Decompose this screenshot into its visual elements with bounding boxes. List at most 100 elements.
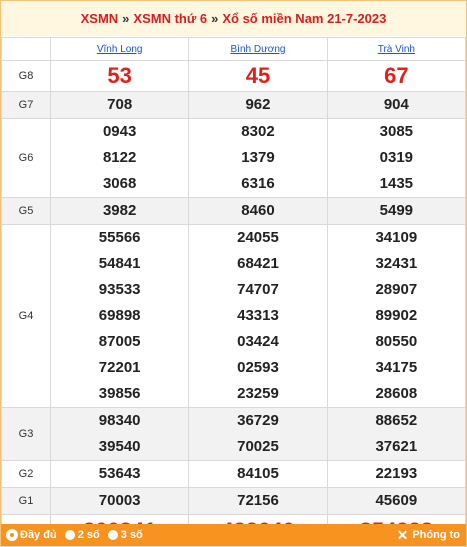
expand-icon: ✕ (396, 526, 409, 543)
prize-label: G1 (1, 487, 51, 515)
prize-number: 93533 (98, 281, 141, 298)
prize-number: 70025 (237, 438, 279, 455)
prize-cell: 70003 (49, 487, 190, 515)
prize-number: 39540 (98, 438, 141, 455)
prize-cell: 708 (49, 91, 190, 119)
prize-row: G2 53643 84105 22193 (1, 460, 467, 488)
prize-number: 8122 (102, 149, 137, 166)
prize-number: 80550 (375, 333, 418, 350)
prize-number: 28907 (375, 281, 418, 298)
results-table: Vĩnh Long Bình Dương Trà Vinh G8 53 45 67 G7… (1, 37, 467, 547)
prize-cell: 88652 37621 (326, 407, 467, 461)
prize-number: 962 (245, 96, 271, 113)
prize-label: G2 (1, 460, 51, 488)
breadcrumb-current-link[interactable]: Xổ số miền Nam 21-7-2023 (222, 11, 386, 26)
prize-number: 23259 (237, 385, 279, 402)
prize-number: 6316 (241, 175, 275, 192)
display-options-bar: Đầy đủ 2 số 3 số ✕ Phóng to (1, 524, 466, 546)
prize-cell: 67 (326, 60, 467, 92)
prize-cell: 3982 (49, 197, 190, 225)
prize-cell: 45609 (326, 487, 467, 515)
prize-number: 22193 (375, 465, 418, 482)
prize-label: G5 (1, 197, 51, 225)
zoom-label: Phóng to (412, 529, 460, 541)
prize-number: 0319 (379, 149, 414, 166)
prize-cell: 55566 54841 93533 69898 87005 72201 39856 (49, 224, 190, 408)
prize-cell: 45 (188, 60, 328, 92)
prize-row: G8 53 45 67 (1, 60, 467, 92)
prize-number: 98340 (98, 412, 141, 429)
prize-number: 34109 (375, 229, 418, 246)
prize-number: 28608 (375, 385, 418, 402)
prize-number: 3068 (102, 175, 137, 192)
breadcrumb-separator: » (122, 11, 130, 26)
prize-cell: 53643 (49, 460, 190, 488)
prize-number: 37621 (375, 438, 418, 455)
prize-number: 708 (107, 96, 133, 113)
prize-cell: 0943 8122 3068 (49, 118, 190, 198)
prize-number: 72156 (237, 492, 279, 509)
prize-number: 1379 (241, 149, 275, 166)
prize-number: 55566 (98, 229, 141, 246)
province-header: Bình Dương (188, 37, 328, 61)
radio-icon (107, 530, 118, 540)
prize-number: 0943 (102, 123, 137, 140)
prize-number: 39856 (98, 385, 141, 402)
prize-number: 68421 (237, 255, 279, 272)
prize-row: G6 0943 8122 3068 8302 1379 6316 3085 0319 1435 (1, 118, 467, 198)
prize-number: 84105 (237, 465, 279, 482)
option-full[interactable]: Đầy đủ (7, 529, 57, 541)
prize-number: 87005 (98, 333, 141, 350)
prize-table-body: G8 53 45 67 G7 708 962 904 G6 0943 8122 3068 8302 137… (1, 60, 467, 547)
prize-number: 1435 (379, 175, 414, 192)
prize-row: G7 708 962 904 (1, 91, 467, 119)
province-link-tra-vinh[interactable]: Trà Vinh (378, 44, 415, 55)
province-link-vinh-long[interactable]: Vĩnh Long (97, 44, 143, 55)
prize-number: 8460 (241, 202, 275, 219)
prize-number: 904 (383, 96, 409, 113)
prize-number: 88652 (375, 412, 418, 429)
prize-number: 43313 (237, 307, 279, 324)
province-header-row: Vĩnh Long Bình Dương Trà Vinh (1, 37, 467, 61)
option-two-digits[interactable]: 2 số (64, 529, 100, 541)
prize-cell: 962 (188, 91, 328, 119)
prize-cell: 8460 (188, 197, 328, 225)
breadcrumb-xsmn-link[interactable]: XSMN (81, 11, 119, 26)
prize-label: G8 (1, 60, 51, 92)
prize-number: 3085 (379, 123, 414, 140)
prize-cell: 24055 68421 74707 43313 03424 02593 23259 (188, 224, 328, 408)
header-blank (1, 37, 51, 61)
prize-row: G3 98340 39540 36729 70025 88652 37621 (1, 407, 467, 461)
prize-label: G3 (1, 407, 51, 461)
prize-number: 74707 (237, 281, 279, 298)
prize-number: 8302 (241, 123, 275, 140)
prize-number: 02593 (237, 359, 279, 376)
prize-number: 45 (245, 63, 271, 88)
province-link-binh-duong[interactable]: Bình Dương (231, 44, 286, 55)
prize-number: 53643 (98, 465, 141, 482)
option-three-digits[interactable]: 3 số (107, 529, 143, 541)
prize-number: 36729 (237, 412, 279, 429)
results-panel: XSMN » XSMN thứ 6 » Xổ số miền Nam 21-7-… (0, 0, 467, 547)
prize-number: 69898 (98, 307, 141, 324)
prize-cell: 5499 (326, 197, 467, 225)
option-full-label: Đầy đủ (20, 529, 57, 541)
breadcrumb-day-link[interactable]: XSMN thứ 6 (133, 11, 207, 26)
prize-number: 3982 (102, 202, 137, 219)
prize-cell: 22193 (326, 460, 467, 488)
prize-number: 32431 (375, 255, 418, 272)
prize-row: G1 70003 72156 45609 (1, 487, 467, 515)
prize-cell: 3085 0319 1435 (326, 118, 467, 198)
prize-cell: 34109 32431 28907 89902 80550 34175 28608 (326, 224, 467, 408)
prize-number: 03424 (237, 333, 279, 350)
prize-cell: 36729 70025 (188, 407, 328, 461)
province-header: Vĩnh Long (49, 37, 190, 61)
zoom-button[interactable]: ✕ Phóng to (397, 527, 460, 544)
prize-row: G5 3982 8460 5499 (1, 197, 467, 225)
prize-number: 45609 (375, 492, 418, 509)
prize-number: 34175 (375, 359, 418, 376)
prize-number: 24055 (237, 229, 279, 246)
prize-row: G4 55566 54841 93533 69898 87005 72201 39856 240… (1, 224, 467, 408)
prize-cell: 904 (326, 91, 467, 119)
prize-number: 5499 (379, 202, 414, 219)
